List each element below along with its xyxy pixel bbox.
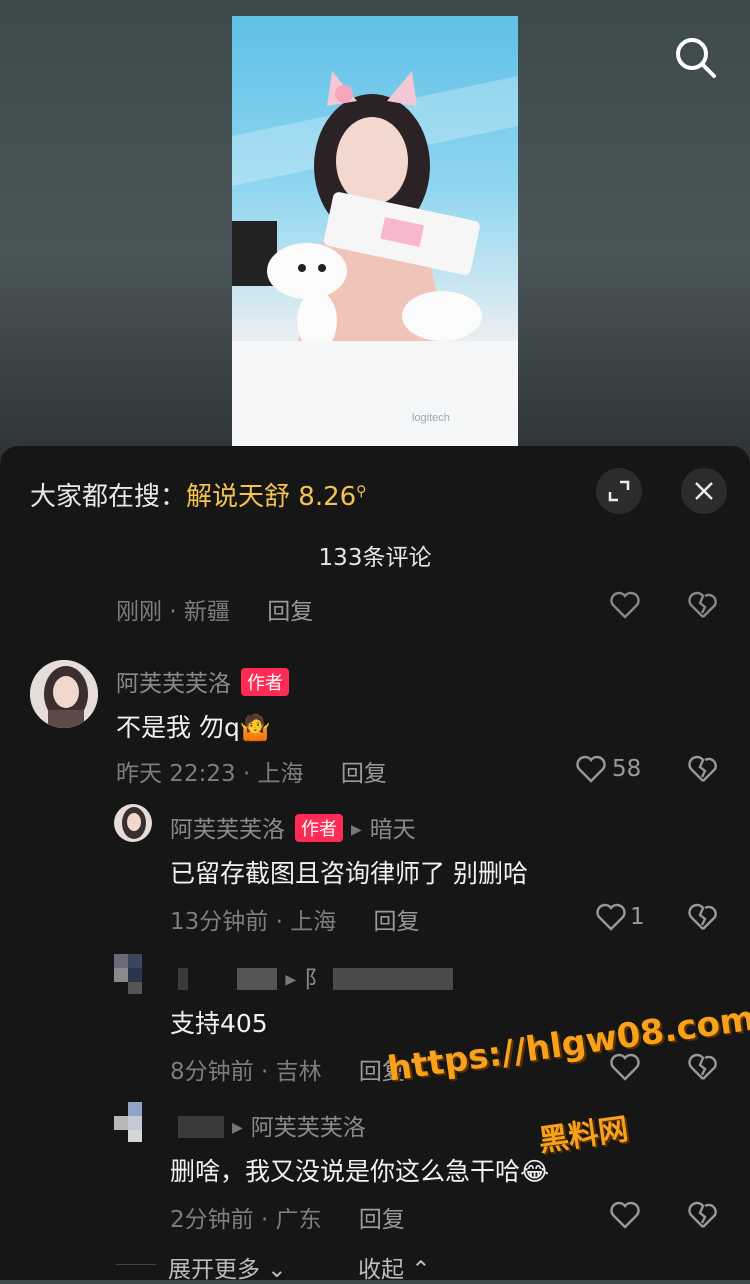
reply-to-user[interactable]: 阝 [304,967,327,993]
pixelated-avatar [114,1102,142,1142]
trending-prefix: 大家都在搜： [30,482,187,512]
expand-button[interactable] [596,468,642,514]
search-button[interactable] [672,34,720,82]
avatar[interactable] [114,1102,154,1146]
expand-more-button[interactable]: 展开更多 ⌄ [168,1250,287,1284]
video-thumbnail[interactable]: logitech [232,16,518,446]
dislike-button[interactable] [686,900,720,934]
heart-icon [576,755,606,783]
author-badge: 作者 [295,814,343,842]
chevron-up-icon: ⌃ [404,1257,431,1283]
comment-time-location: 刚刚 · 新疆 [116,599,230,625]
like-count: 58 [612,756,642,782]
broken-heart-icon [688,755,717,782]
comment-sheet: 大家都在搜：解说天舒 8.26⚲ 133条评论 刚刚 · 新疆 回复 阿芙芙芙洛… [0,446,750,1280]
avatar-image [114,804,152,842]
dislike-button[interactable] [686,1050,720,1084]
heart-icon [610,591,640,619]
censored-username [237,968,278,990]
search-icon [676,38,716,78]
comment-count: 133条评论 [318,545,432,571]
comment-text: 不是我 勿q🤷 [116,713,271,742]
reply-meta: 2分钟前 · 广东 回复 [170,1200,405,1234]
author-badge: 作者 [241,668,289,696]
username[interactable]: 阿芙芙芙洛 [116,671,231,697]
collapse-label: 收起 [358,1257,404,1283]
reply-text: 已留存截图且咨询律师了 别删哈 [170,859,528,888]
reply-time-location: 2分钟前 · 广东 [170,1207,322,1233]
censored-username [178,1116,224,1138]
like-count: 1 [630,904,645,930]
svg-text:logitech: logitech [412,412,450,424]
like-button[interactable] [594,900,628,934]
comment-time-location: 昨天 22:23 · 上海 [116,761,304,787]
reply-arrow-icon: ▶ [351,822,362,838]
avatar[interactable] [114,804,152,842]
video-scene: logitech [232,71,518,446]
reply-time-location: 13分钟前 · 上海 [170,909,337,935]
reply-button[interactable]: 回复 [359,1207,405,1233]
expand-icon [608,480,630,502]
reply-author[interactable]: 阿芙芙芙洛 作者 ▶ 暗天 [170,810,416,844]
comment-author[interactable]: 阿芙芙芙洛 作者 [116,664,289,698]
comment-meta: 刚刚 · 新疆 回复 [116,592,313,626]
heart-icon [610,1201,640,1229]
expand-more-label: 展开更多 [168,1257,260,1283]
reply-text: 删啥，我又没说是你这么急干哈😂 [170,1157,550,1186]
reply-button[interactable]: 回复 [374,909,420,935]
close-icon [695,482,713,500]
reply-button[interactable]: 回复 [267,599,313,625]
broken-heart-icon [688,903,717,930]
dislike-button[interactable] [686,588,720,622]
like-button[interactable] [608,588,642,622]
broken-heart-icon [688,591,717,618]
reply-author[interactable]: ▶ 阿芙芙芙洛 [178,1108,366,1142]
pixelated-avatar [114,954,142,994]
dislike-button[interactable] [686,752,720,786]
avatar[interactable] [114,954,154,998]
search-small-icon: ⚲ [356,483,367,500]
reply-arrow-icon: ▶ [285,972,297,988]
divider [116,1264,156,1265]
trending-term[interactable]: 解说天舒 8.26 [186,482,356,512]
like-button[interactable] [574,752,608,786]
broken-heart-icon [688,1201,717,1228]
reply-to-user[interactable]: 暗天 [370,817,416,843]
dislike-button[interactable] [686,1198,720,1232]
reply-time-location: 8分钟前 · 吉林 [170,1059,322,1085]
reply-button[interactable]: 回复 [341,761,387,787]
avatar[interactable] [30,660,98,728]
close-button[interactable] [681,468,727,514]
avatar-image [30,660,98,728]
reply-meta: 13分钟前 · 上海 回复 [170,902,420,936]
reply-to-user[interactable]: 阿芙芙芙洛 [251,1115,366,1141]
like-button[interactable] [608,1198,642,1232]
censored-reply-to [333,968,454,990]
reply-arrow-icon: ▶ [232,1120,243,1136]
comment-meta: 昨天 22:23 · 上海 回复 [116,754,387,788]
trending-search[interactable]: 大家都在搜：解说天舒 8.26⚲ [30,476,366,513]
reply-author[interactable]: ▶ 阝 [178,960,454,994]
chevron-down-icon: ⌄ [260,1257,287,1283]
reply-meta: 8分钟前 · 吉林 回复 [170,1052,405,1086]
heart-icon [596,903,626,931]
collapse-button[interactable]: 收起 ⌃ [358,1250,431,1284]
broken-heart-icon [688,1053,717,1080]
reply-text: 支持405 [170,1009,268,1038]
censored-username [178,968,188,990]
username[interactable]: 阿芙芙芙洛 [170,817,285,843]
